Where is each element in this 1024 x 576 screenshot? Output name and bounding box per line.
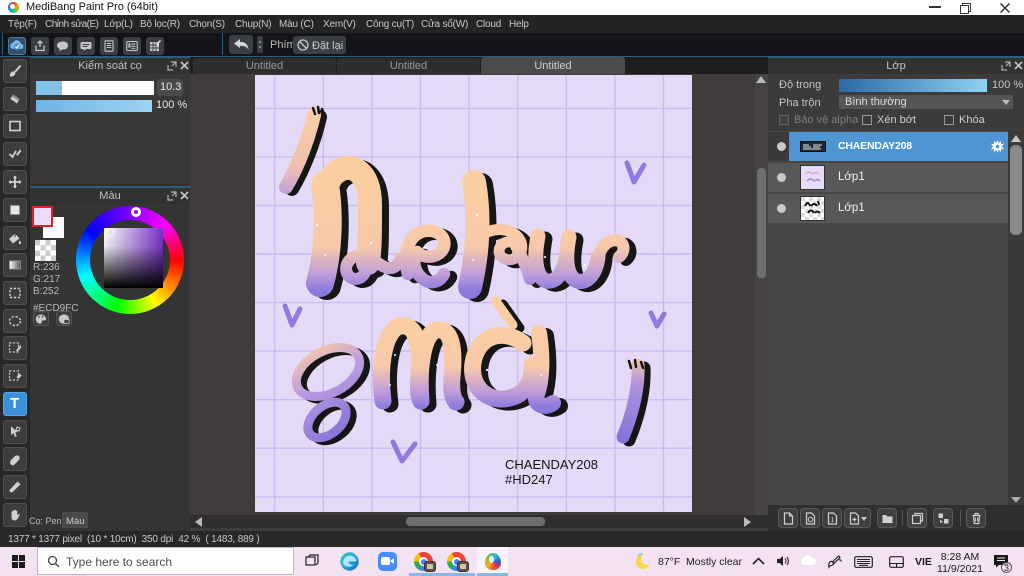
svg-text:CHAENDAY208: CHAENDAY208 (505, 457, 598, 472)
svg-text:#HD247: #HD247 (505, 472, 553, 487)
svg-text:1: 1 (831, 517, 835, 524)
